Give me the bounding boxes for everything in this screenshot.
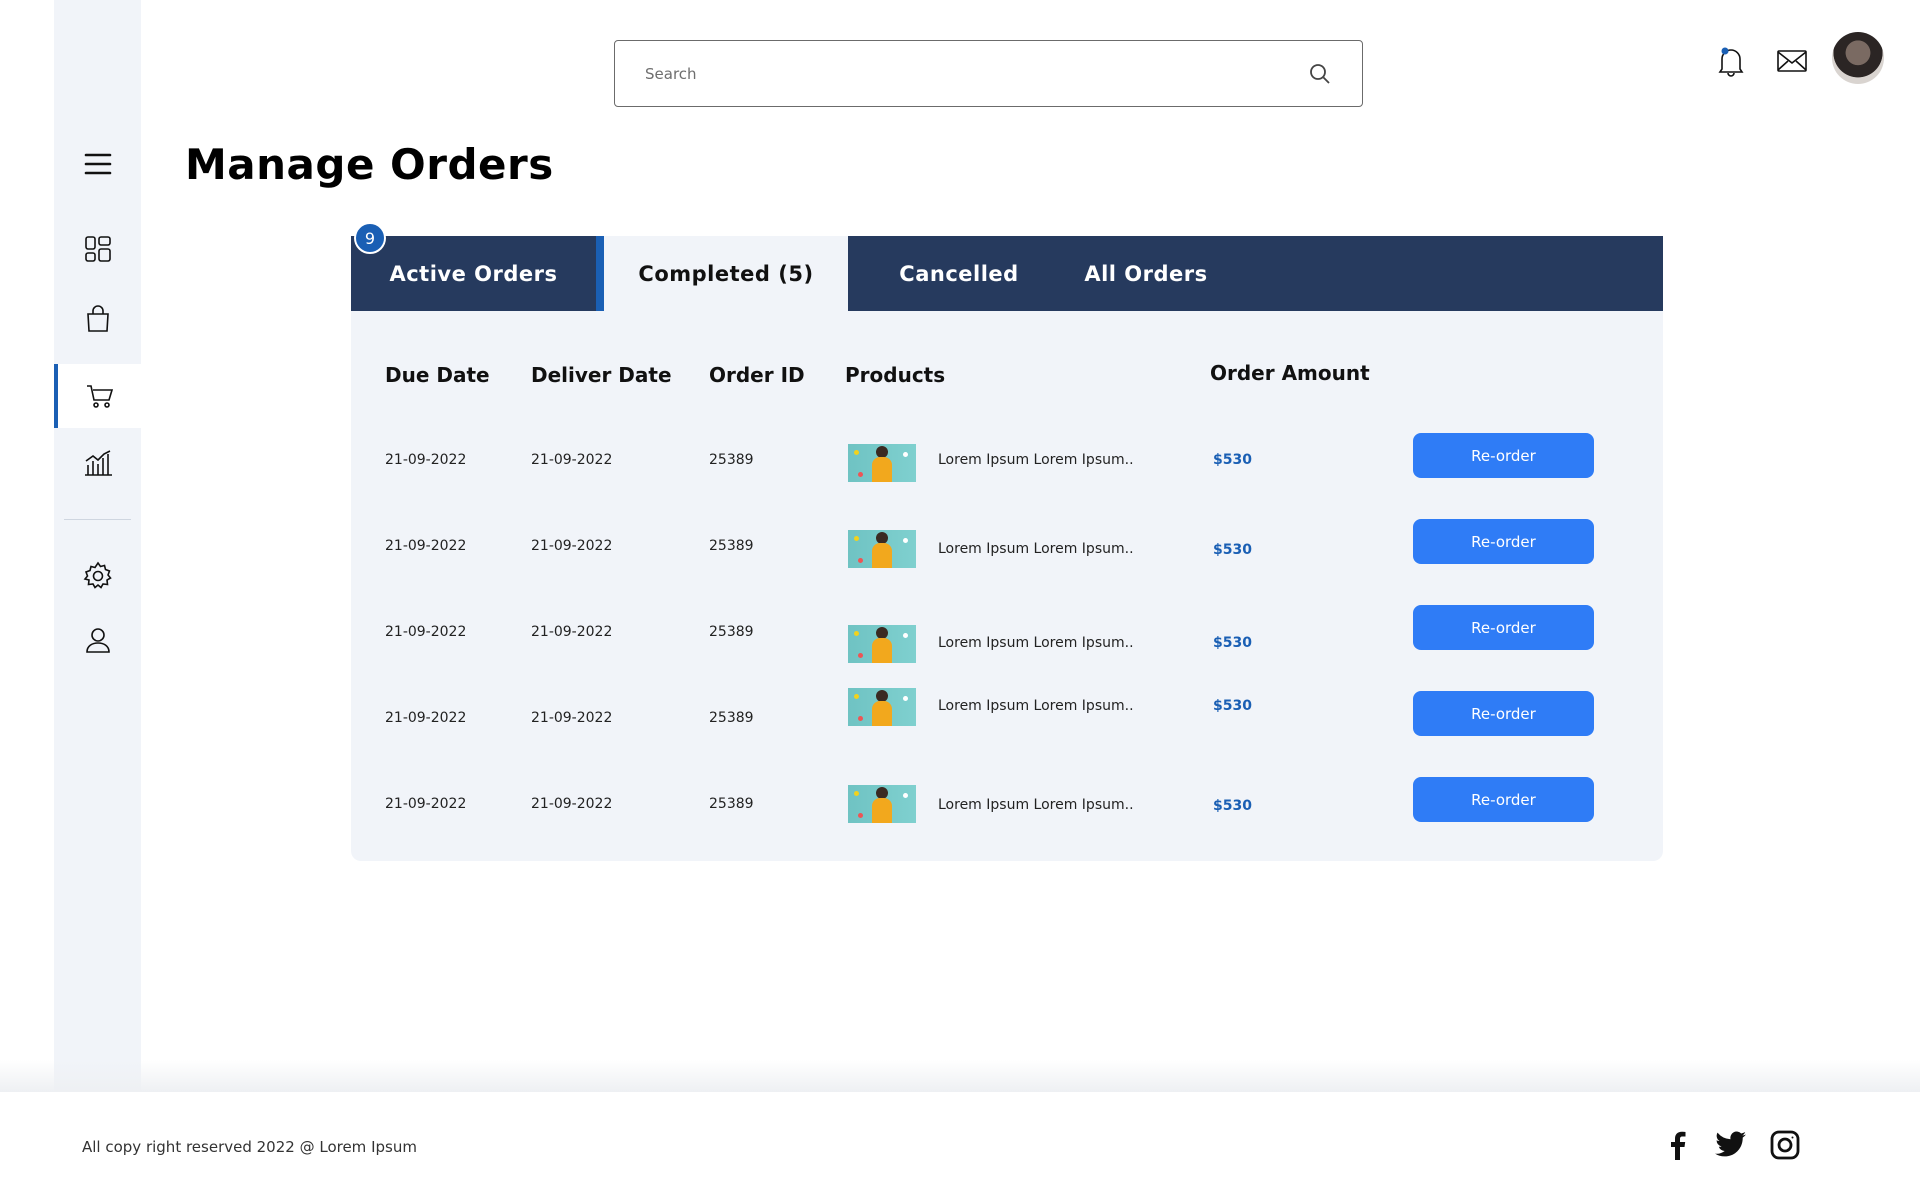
twitter-link[interactable]	[1714, 1128, 1748, 1162]
reorder-button[interactable]: Re-order	[1413, 777, 1594, 822]
twitter-icon	[1715, 1131, 1746, 1157]
tab-label: All Orders	[1084, 261, 1208, 286]
table-row: 21-09-2022 21-09-2022 25389 Lorem Ipsum …	[351, 517, 1663, 577]
product-thumbnail	[848, 785, 916, 823]
header-deliver-date: Deliver Date	[531, 363, 672, 387]
tab-label: Completed (5)	[638, 262, 814, 286]
tab-completed[interactable]: Completed (5)	[604, 236, 848, 312]
instagram-icon	[1770, 1130, 1800, 1160]
order-id: 25389	[709, 796, 754, 812]
footer-shadow	[0, 1060, 1920, 1092]
tab-label: Cancelled	[899, 261, 1019, 286]
tab-label: Active Orders	[389, 261, 558, 286]
user-icon	[85, 628, 110, 653]
settings-icon	[83, 561, 112, 589]
mail-icon	[1777, 50, 1807, 72]
product-thumbnail	[848, 444, 916, 482]
tab-divider	[596, 236, 604, 311]
facebook-icon	[1671, 1131, 1686, 1160]
due-date: 21-09-2022	[385, 452, 467, 468]
order-id: 25389	[709, 538, 754, 554]
search-bar	[614, 40, 1363, 107]
due-date: 21-09-2022	[385, 538, 467, 554]
product-name: Lorem Ipsum Lorem Ipsum..	[938, 635, 1134, 651]
deliver-date: 21-09-2022	[531, 624, 613, 640]
order-id: 25389	[709, 624, 754, 640]
sidebar-item-products[interactable]	[54, 288, 141, 350]
footer: All copy right reserved 2022 @ Lorem Ips…	[0, 1092, 1920, 1195]
sidebar-divider	[64, 519, 131, 520]
sidebar	[54, 0, 141, 1092]
reorder-button[interactable]: Re-order	[1413, 519, 1594, 564]
sidebar-item-analytics[interactable]	[54, 432, 141, 494]
product-thumbnail	[848, 688, 916, 726]
sidebar-item-profile[interactable]	[54, 609, 141, 671]
order-id: 25389	[709, 710, 754, 726]
tab-cancelled[interactable]: Cancelled	[879, 236, 1039, 311]
cart-icon	[86, 385, 113, 408]
reorder-button[interactable]: Re-order	[1413, 433, 1594, 478]
due-date: 21-09-2022	[385, 624, 467, 640]
shopping-bag-icon	[86, 305, 109, 332]
search-icon[interactable]	[1308, 62, 1332, 86]
sidebar-item-orders[interactable]	[54, 364, 141, 428]
table-row: 21-09-2022 21-09-2022 25389 Lorem Ipsum …	[351, 688, 1663, 749]
instagram-link[interactable]	[1768, 1128, 1802, 1162]
table-row: 21-09-2022 21-09-2022 25389 Lorem Ipsum …	[351, 431, 1663, 491]
due-date: 21-09-2022	[385, 796, 467, 812]
header-order-amount: Order Amount	[1210, 361, 1370, 385]
reorder-button[interactable]: Re-order	[1413, 605, 1594, 650]
menu-button[interactable]	[54, 133, 141, 195]
product-name: Lorem Ipsum Lorem Ipsum..	[938, 541, 1134, 557]
analytics-icon	[84, 450, 112, 476]
messages-button[interactable]	[1774, 44, 1810, 78]
bell-icon	[1718, 47, 1744, 77]
deliver-date: 21-09-2022	[531, 796, 613, 812]
order-id: 25389	[709, 452, 754, 468]
product-thumbnail	[848, 530, 916, 568]
deliver-date: 21-09-2022	[531, 710, 613, 726]
sidebar-item-dashboard[interactable]	[54, 218, 141, 280]
header-order-id: Order ID	[709, 363, 805, 387]
header-due-date: Due Date	[385, 363, 490, 387]
avatar[interactable]	[1832, 32, 1884, 84]
product-thumbnail	[848, 625, 916, 663]
copyright-text: All copy right reserved 2022 @ Lorem Ips…	[82, 1138, 417, 1156]
product-name: Lorem Ipsum Lorem Ipsum..	[938, 797, 1134, 813]
sidebar-item-settings[interactable]	[54, 545, 141, 607]
order-amount: $530	[1213, 635, 1252, 651]
search-input[interactable]	[645, 64, 1285, 83]
order-amount: $530	[1213, 452, 1252, 468]
order-amount: $530	[1213, 698, 1252, 714]
due-date: 21-09-2022	[385, 710, 467, 726]
active-orders-badge: 9	[354, 222, 386, 254]
deliver-date: 21-09-2022	[531, 538, 613, 554]
order-tabs: Active Orders 9 Completed (5) Cancelled …	[351, 222, 1663, 312]
tab-all-orders[interactable]: All Orders	[1061, 236, 1231, 311]
reorder-button[interactable]: Re-order	[1413, 691, 1594, 736]
product-name: Lorem Ipsum Lorem Ipsum..	[938, 452, 1134, 468]
order-amount: $530	[1213, 542, 1252, 558]
menu-icon	[84, 153, 111, 175]
dashboard-icon	[84, 236, 111, 262]
tab-active-orders[interactable]: Active Orders	[351, 236, 596, 311]
table-row: 21-09-2022 21-09-2022 25389 Lorem Ipsum …	[351, 775, 1663, 835]
table-row: 21-09-2022 21-09-2022 25389 Lorem Ipsum …	[351, 603, 1663, 663]
product-name: Lorem Ipsum Lorem Ipsum..	[938, 698, 1134, 714]
header-products: Products	[845, 363, 946, 387]
orders-table: Due Date Deliver Date Order ID Products …	[351, 311, 1663, 861]
deliver-date: 21-09-2022	[531, 452, 613, 468]
order-amount: $530	[1213, 798, 1252, 814]
page-title: Manage Orders	[185, 140, 554, 189]
notifications-button[interactable]	[1714, 44, 1748, 78]
facebook-link[interactable]	[1660, 1128, 1694, 1162]
